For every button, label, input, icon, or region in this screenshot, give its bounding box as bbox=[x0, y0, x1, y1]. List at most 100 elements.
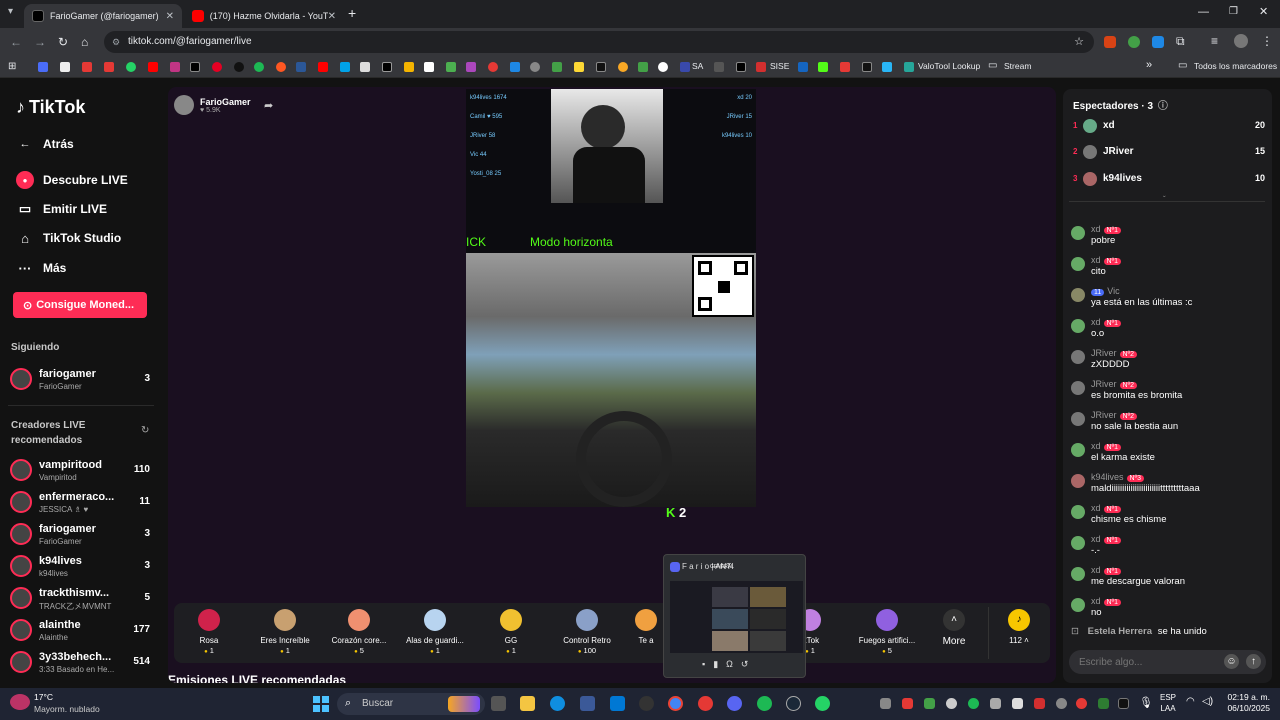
bookmark-icon[interactable] bbox=[618, 62, 628, 72]
recommended-item[interactable]: trackthismv... TRACK乙㐅MVMNT 5 bbox=[10, 585, 152, 613]
bookmark-icon[interactable] bbox=[82, 62, 92, 72]
tray-icon[interactable] bbox=[968, 698, 979, 709]
following-item[interactable]: fariogamer FarioGamer 3 bbox=[10, 366, 152, 394]
bookmark-icon[interactable] bbox=[510, 62, 520, 72]
gift-item[interactable]: Fuegos artifici...5 bbox=[852, 609, 922, 659]
extensions-puzzle-icon[interactable]: ⧉ bbox=[1176, 34, 1185, 49]
home-icon[interactable]: ⌂ bbox=[81, 35, 88, 49]
message-user[interactable]: xd bbox=[1091, 503, 1101, 513]
tray-icon[interactable] bbox=[1098, 698, 1109, 709]
bookmark-stream[interactable]: Stream bbox=[1004, 61, 1031, 71]
weather-desc[interactable]: Mayorm. nublado bbox=[34, 704, 100, 714]
more-bookmarks-icon[interactable]: » bbox=[1146, 59, 1152, 71]
message-user[interactable]: JRiver bbox=[1091, 410, 1117, 420]
bookmark-valotool[interactable]: ValoTool Lookup bbox=[918, 61, 980, 71]
bookmark-icon[interactable] bbox=[552, 62, 562, 72]
get-coins-button[interactable]: ⊙ Consigue Moned... bbox=[13, 292, 147, 318]
sidebar-item-more[interactable]: ··· Más bbox=[16, 259, 67, 277]
tray-icon[interactable] bbox=[946, 698, 957, 709]
back-button[interactable]: ← Atrás bbox=[16, 135, 74, 153]
bookmark-icon[interactable] bbox=[596, 62, 606, 72]
minimize-icon[interactable]: — bbox=[1198, 6, 1209, 18]
live-video[interactable]: k94lives 1674 Camil ♥ 595 JRiver 58 Vic … bbox=[466, 89, 756, 507]
message-user[interactable]: xd bbox=[1091, 224, 1101, 234]
forward-icon[interactable]: → bbox=[34, 35, 46, 49]
sidebar-item-go-live[interactable]: ▭ Emitir LIVE bbox=[16, 200, 107, 218]
bookmark-icon[interactable] bbox=[360, 62, 370, 72]
pinterest-icon[interactable] bbox=[212, 62, 222, 72]
profile-avatar[interactable] bbox=[1234, 34, 1248, 48]
tray-icon[interactable] bbox=[880, 698, 891, 709]
clock[interactable]: 02:19 a. m. 06/10/2025 bbox=[1222, 692, 1270, 714]
sidebar-item-studio[interactable]: ⌂ TikTok Studio bbox=[16, 229, 121, 247]
site-info-icon[interactable]: ⚙ bbox=[112, 31, 120, 53]
disconnect-icon[interactable]: ↺ bbox=[741, 659, 757, 669]
bookmark-icon[interactable] bbox=[38, 62, 48, 72]
spotify-icon[interactable] bbox=[757, 696, 772, 711]
recommended-item[interactable]: 3y33behech... 3:33 Basado en He... 514 bbox=[10, 649, 152, 677]
tiktok-logo[interactable]: ♪ TikTok bbox=[16, 97, 85, 118]
bookmark-icon[interactable] bbox=[318, 62, 328, 72]
vpn-extension-icon[interactable] bbox=[1152, 36, 1164, 48]
share-icon[interactable]: ➦ bbox=[264, 99, 273, 112]
bookmark-icon[interactable] bbox=[60, 62, 70, 72]
bookmark-icon[interactable] bbox=[276, 62, 286, 72]
message-user[interactable]: xd bbox=[1091, 534, 1101, 544]
x-icon[interactable] bbox=[190, 62, 200, 72]
message-user[interactable]: xd bbox=[1091, 441, 1101, 451]
chat-input[interactable] bbox=[1079, 653, 1219, 671]
send-icon[interactable]: ↑ bbox=[1246, 654, 1261, 669]
bookmark-icon[interactable] bbox=[862, 62, 872, 72]
all-bookmarks[interactable]: Todos los marcadores bbox=[1194, 61, 1277, 71]
tray-icon[interactable] bbox=[1076, 698, 1087, 709]
bookmark-icon[interactable] bbox=[424, 62, 434, 72]
tab-tiktok[interactable]: FarioGamer (@fariogamer) · ✕ bbox=[24, 4, 182, 28]
instagram-icon[interactable] bbox=[170, 62, 180, 72]
media-control-icon[interactable]: ≡ bbox=[1211, 34, 1218, 48]
store-icon[interactable] bbox=[610, 696, 625, 711]
apps-grid-icon[interactable]: ⊞ bbox=[8, 61, 16, 72]
bookmark-icon[interactable] bbox=[488, 62, 498, 72]
bookmark-icon[interactable] bbox=[530, 62, 540, 72]
message-user[interactable]: xd bbox=[1091, 596, 1101, 606]
bookmark-icon[interactable] bbox=[714, 62, 724, 72]
bookmark-sa[interactable]: SA bbox=[692, 61, 703, 71]
bookmark-icon[interactable] bbox=[658, 62, 668, 72]
gift-item[interactable]: Corazón core...5 bbox=[324, 609, 394, 659]
extension-icon[interactable] bbox=[1104, 36, 1116, 48]
gift-item[interactable]: Control Retro100 bbox=[552, 609, 622, 659]
headphones-icon[interactable]: Ω bbox=[726, 659, 741, 669]
tray-icon[interactable] bbox=[924, 698, 935, 709]
bookmark-icon[interactable] bbox=[882, 62, 892, 72]
message-user[interactable]: xd bbox=[1091, 317, 1101, 327]
tray-icon[interactable] bbox=[1012, 698, 1023, 709]
steam-icon[interactable] bbox=[786, 696, 801, 711]
weather-temp[interactable]: 17°C bbox=[34, 692, 53, 702]
message-user[interactable]: k94lives bbox=[1091, 472, 1124, 482]
tiktok-icon[interactable] bbox=[736, 62, 746, 72]
whatsapp-icon[interactable] bbox=[815, 696, 830, 711]
tray-icon[interactable] bbox=[902, 698, 913, 709]
bookmark-icon[interactable] bbox=[234, 62, 244, 72]
close-window-icon[interactable]: ✕ bbox=[1259, 5, 1268, 18]
restore-icon[interactable]: ❐ bbox=[1229, 6, 1238, 17]
emoji-icon[interactable]: ☺ bbox=[1224, 654, 1239, 669]
shield-extension-icon[interactable] bbox=[1128, 36, 1140, 48]
tray-icon[interactable] bbox=[1034, 698, 1045, 709]
bookmark-icon[interactable] bbox=[574, 62, 584, 72]
bookmark-icon[interactable] bbox=[296, 62, 306, 72]
task-view-icon[interactable] bbox=[491, 696, 506, 711]
bookmark-icon[interactable] bbox=[638, 62, 648, 72]
url-field[interactable]: ⚙ tiktok.com/@fariogamer/live ☆ bbox=[104, 31, 1094, 53]
app-icon[interactable] bbox=[698, 696, 713, 711]
bookmark-icon[interactable] bbox=[404, 62, 414, 72]
volume-icon[interactable]: ◁) bbox=[1202, 696, 1213, 707]
recommended-item[interactable]: k94lives k94lives 3 bbox=[10, 553, 152, 581]
bookmark-icon[interactable] bbox=[382, 62, 392, 72]
app-icon[interactable] bbox=[639, 696, 654, 711]
chrome-icon[interactable] bbox=[668, 696, 683, 711]
gift-item[interactable]: Eres Increíble1 bbox=[250, 609, 320, 659]
bookmark-icon[interactable] bbox=[340, 62, 350, 72]
bookmark-icon[interactable] bbox=[446, 62, 456, 72]
tab-youtube[interactable]: (170) Hazme Olvidarla - YouTub ✕ bbox=[184, 4, 344, 28]
